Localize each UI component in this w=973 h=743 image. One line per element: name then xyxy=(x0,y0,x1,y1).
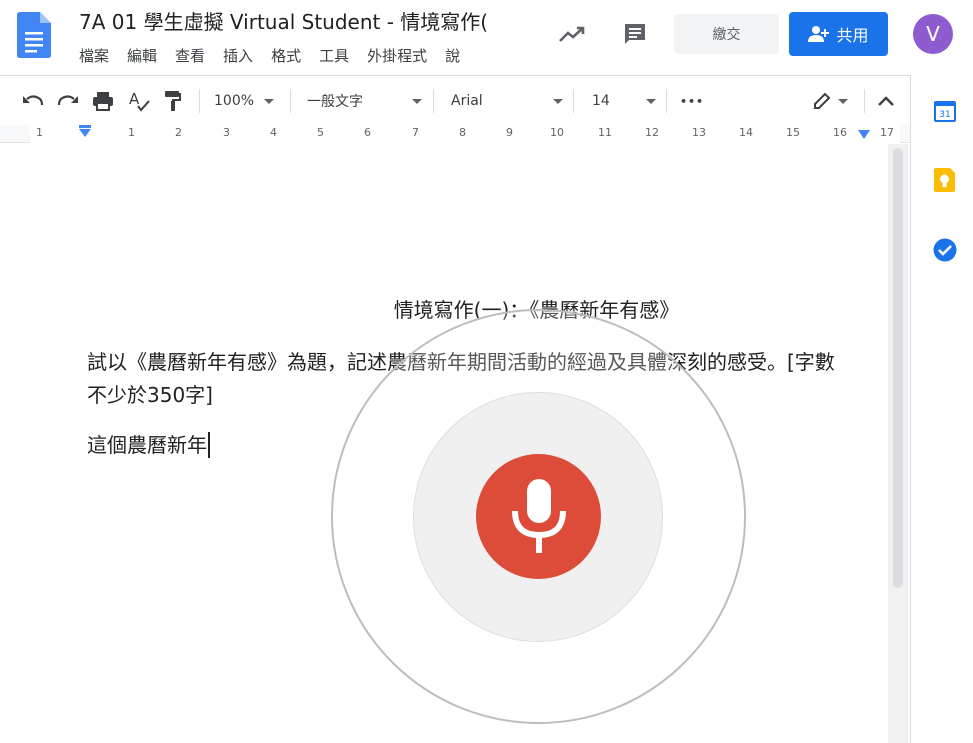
undo-icon[interactable] xyxy=(20,88,46,114)
calendar-day: 31 xyxy=(939,110,950,120)
menu-bar: 檔案 編輯 查看 插入 格式 工具 外掛程式 說 xyxy=(79,44,504,68)
activity-trend-icon[interactable] xyxy=(556,18,588,50)
menu-edit[interactable]: 編輯 xyxy=(127,44,175,68)
ruler-strip: 1 1 2 3 4 5 6 7 8 9 10 11 12 13 14 15 16… xyxy=(30,125,900,143)
ruler-number: 9 xyxy=(506,126,513,139)
toolbar-divider xyxy=(666,89,667,113)
ruler-number: 6 xyxy=(364,126,371,139)
menu-format[interactable]: 格式 xyxy=(271,44,319,68)
avatar[interactable]: V xyxy=(913,14,953,54)
ruler-number: 12 xyxy=(645,126,659,139)
side-panel: 31 xyxy=(910,75,973,743)
ruler-number: 7 xyxy=(412,126,419,139)
people-icon xyxy=(808,26,830,42)
chevron-down-icon xyxy=(412,98,422,104)
tasks-icon[interactable] xyxy=(933,238,957,262)
more-options-button[interactable]: ••• xyxy=(680,88,705,114)
ruler: 1 1 2 3 4 5 6 7 8 9 10 11 12 13 14 15 16… xyxy=(0,125,910,143)
chevron-down-icon xyxy=(264,98,275,104)
menu-addons[interactable]: 外掛程式 xyxy=(367,44,445,68)
editing-mode-select[interactable] xyxy=(812,88,854,114)
document-title[interactable]: 7A 01 學生虛擬 Virtual Student - 情境寫作( xyxy=(79,8,504,36)
toolbar: A 100% 一般文字 Arial 14 ••• xyxy=(0,75,910,125)
ruler-number: 13 xyxy=(692,126,706,139)
calendar-icon[interactable]: 31 xyxy=(933,99,957,123)
toolbar-divider xyxy=(864,89,865,113)
menu-tools[interactable]: 工具 xyxy=(319,44,367,68)
app-window: 7A 01 學生虛擬 Virtual Student - 情境寫作( 檔案 編輯… xyxy=(0,0,973,743)
docs-logo-icon[interactable] xyxy=(17,12,51,58)
share-button[interactable]: 共用 xyxy=(789,12,888,56)
share-label: 共用 xyxy=(836,26,869,45)
ruler-number: 17 xyxy=(880,126,894,139)
chevron-down-icon xyxy=(553,98,563,104)
left-indent-marker-icon[interactable] xyxy=(78,125,92,139)
font-size-select[interactable]: 14 xyxy=(592,88,656,114)
ruler-number: 8 xyxy=(459,126,466,139)
style-value: 一般文字 xyxy=(307,94,363,110)
ruler-number: 11 xyxy=(598,126,612,139)
toolbar-divider xyxy=(433,89,434,113)
keep-icon[interactable] xyxy=(933,168,957,192)
submit-button[interactable]: 繳交 xyxy=(674,14,779,54)
print-icon[interactable] xyxy=(90,88,116,114)
menu-view[interactable]: 查看 xyxy=(175,44,223,68)
paint-format-icon[interactable] xyxy=(160,88,186,114)
ruler-number: 1 xyxy=(36,126,43,139)
pencil-icon xyxy=(814,92,831,109)
font-select[interactable]: Arial xyxy=(451,88,563,114)
ruler-number: 4 xyxy=(270,126,277,139)
toolbar-divider xyxy=(573,89,574,113)
ruler-number: 15 xyxy=(786,126,800,139)
zoom-select[interactable]: 100% xyxy=(214,88,282,114)
right-indent-marker-icon[interactable] xyxy=(857,129,871,141)
ruler-number: 14 xyxy=(739,126,753,139)
scrollbar-thumb[interactable] xyxy=(893,148,903,588)
toolbar-divider xyxy=(199,89,200,113)
chevron-down-icon xyxy=(646,98,656,104)
ruler-number: 10 xyxy=(550,126,564,139)
chevron-down-icon xyxy=(838,98,848,104)
microphone-icon xyxy=(511,478,566,553)
zoom-value: 100% xyxy=(214,93,255,109)
menu-help[interactable]: 說 xyxy=(445,44,478,68)
document-typed-line: 這個農曆新年 xyxy=(87,430,210,460)
spellcheck-icon[interactable]: A xyxy=(126,88,152,114)
menu-insert[interactable]: 插入 xyxy=(223,44,271,68)
toolbar-divider xyxy=(290,89,291,113)
paragraph-style-select[interactable]: 一般文字 xyxy=(307,88,422,114)
font-size-value: 14 xyxy=(592,93,610,109)
typed-text: 這個農曆新年 xyxy=(87,433,207,457)
text-cursor xyxy=(208,432,210,458)
comments-icon[interactable] xyxy=(619,18,651,50)
collapse-menu-icon[interactable] xyxy=(873,88,899,114)
font-value: Arial xyxy=(451,93,483,109)
more-icon: ••• xyxy=(680,94,705,108)
redo-icon[interactable] xyxy=(55,88,81,114)
ruler-number: 1 xyxy=(128,126,135,139)
svg-text:A: A xyxy=(129,90,140,108)
ruler-number: 3 xyxy=(223,126,230,139)
ruler-number: 5 xyxy=(317,126,324,139)
menu-file[interactable]: 檔案 xyxy=(79,44,127,68)
microphone-button[interactable] xyxy=(476,454,601,579)
vertical-scrollbar[interactable] xyxy=(888,144,908,743)
header: 7A 01 學生虛擬 Virtual Student - 情境寫作( 檔案 編輯… xyxy=(0,0,973,75)
ruler-number: 2 xyxy=(175,126,182,139)
ruler-number: 16 xyxy=(833,126,847,139)
